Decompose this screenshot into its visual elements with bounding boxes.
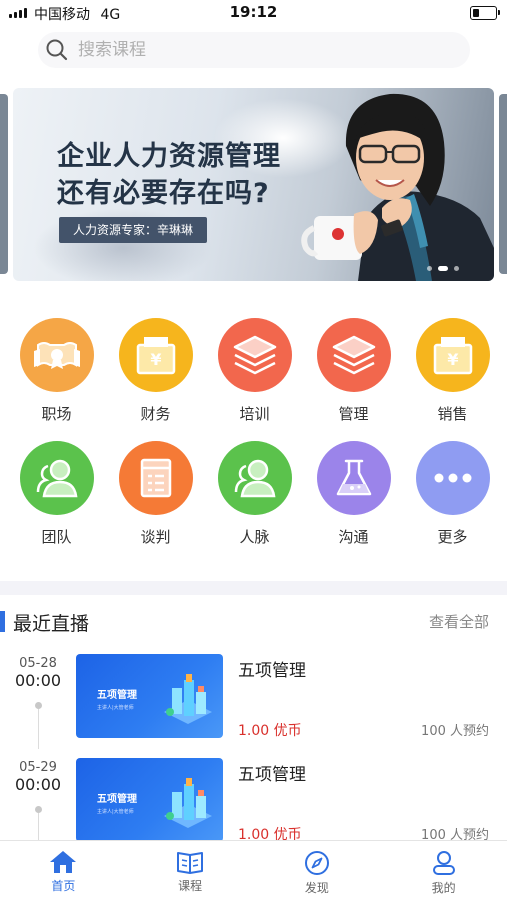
section-title: 最近直播 [13,613,90,635]
category-item[interactable]: 更多 [403,441,502,547]
category-circle [217,441,292,515]
banner-expert-tag: 人力资源专家：辛琳琳 [59,217,208,243]
thumbnail-subtitle: 主讲人|大管老师 [97,809,134,815]
category-circle: ¥ [118,318,193,392]
timeline-dot [35,702,42,709]
section-divider [0,581,507,595]
live-date: 05-28 [19,656,57,671]
category-label: 职场 [41,405,72,423]
category-circle [19,441,94,515]
category-label: 团队 [41,528,72,546]
category-circle [19,318,94,392]
svg-text:¥: ¥ [150,350,161,369]
category-label: 更多 [437,528,468,546]
tab-label: 首页 [51,879,76,893]
category-item[interactable]: 职场 [7,318,106,424]
live-thumbnail[interactable]: 五项管理 主讲人|大管老师 [76,758,223,842]
live-list-item[interactable]: 05-28 00:00 五项管理 主讲人|大管老师 五项管理 1.00 优币 1… [0,654,507,754]
category-item[interactable]: 谈判 [106,441,205,547]
tab-label: 发现 [304,881,329,895]
speaker-photo [301,93,494,281]
status-bar: 中国移动 4G 19:12 [0,0,507,26]
book-icon [177,852,204,874]
live-title: 五项管理 [238,661,306,681]
carousel-prev-peek[interactable] [0,94,8,274]
category-circle: ¥ [415,318,490,392]
compass-icon [304,851,329,875]
category-label: 销售 [437,405,468,423]
tab-label: 我的 [431,881,456,895]
live-time: 00:00 [14,671,62,690]
sales-box-icon: ¥ [433,337,472,375]
tab-label: 课程 [178,879,203,893]
status-time: 19:12 [229,3,278,21]
tab-discover[interactable]: 发现 [254,841,381,900]
category-grid: 职场 ¥ 财务 培训 管理 ¥ 销售 团队 谈判 人脉 沟通 更多 [7,318,503,547]
flask-icon [336,459,371,496]
category-label: 培训 [239,405,270,423]
search-icon [46,39,68,61]
thumbnail-subtitle: 主讲人|大管老师 [97,705,134,711]
live-booked-count: 100 人预约 [421,724,489,739]
category-circle [316,441,391,515]
banner-headline-line2: 还有必要存在吗? [57,178,270,209]
category-label: 人脉 [239,528,270,546]
tab-profile[interactable]: 我的 [380,841,507,900]
category-item[interactable]: 管理 [304,318,403,424]
category-item[interactable]: ¥ 销售 [403,318,502,424]
search-bar[interactable] [38,32,470,68]
layers-icon [233,335,276,375]
carousel-dot [454,266,459,271]
category-label: 沟通 [338,528,369,546]
section-accent-bar [0,611,5,632]
carousel-dot [427,266,432,271]
category-item[interactable]: 沟通 [304,441,403,547]
category-item[interactable]: 培训 [205,318,304,424]
svg-text:¥: ¥ [447,350,458,369]
home-icon [50,851,77,873]
city-illustration-icon [164,778,212,828]
live-date: 05-29 [19,760,57,775]
carousel-indicator [427,266,459,271]
bottom-tab-bar: 首页 课程 发现 我的 [0,840,507,900]
certificate-icon [33,342,80,369]
category-item[interactable]: ¥ 财务 [106,318,205,424]
live-thumbnail[interactable]: 五项管理 主讲人|大管老师 [76,654,223,738]
banner-headline: 企业人力资源管理 还有必要存在吗? [57,138,281,212]
city-illustration-icon [164,674,212,724]
category-circle [415,441,490,515]
document-icon [140,458,171,498]
layers-icon [332,335,375,375]
view-all-link[interactable]: 查看全部 [429,611,489,632]
banner-headline-line1: 企业人力资源管理 [57,141,281,172]
live-time: 00:00 [14,775,62,794]
timeline-line [38,709,39,749]
user-icon [432,851,455,875]
category-circle [316,318,391,392]
category-circle [217,318,292,392]
carousel-next-peek[interactable] [499,94,507,274]
finance-box-icon: ¥ [136,337,175,375]
live-title: 五项管理 [238,765,306,785]
category-label: 管理 [338,405,369,423]
live-price: 1.00 优币 [238,723,302,739]
search-input[interactable] [78,40,418,60]
battery-icon [470,6,500,20]
thumbnail-title: 五项管理 [97,794,137,805]
people-icon [234,459,275,498]
thumbnail-title: 五项管理 [97,690,137,701]
people-icon [36,459,77,498]
banner-carousel[interactable]: 企业人力资源管理 还有必要存在吗? 人力资源专家：辛琳琳 [13,88,494,281]
tab-courses[interactable]: 课程 [127,841,254,900]
tab-home[interactable]: 首页 [0,841,127,900]
category-item[interactable]: 人脉 [205,441,304,547]
carousel-dot-active [438,266,448,271]
timeline-dot [35,806,42,813]
more-icon [434,473,471,483]
category-item[interactable]: 团队 [7,441,106,547]
category-label: 财务 [140,405,171,423]
category-label: 谈判 [140,528,171,546]
category-circle [118,441,193,515]
